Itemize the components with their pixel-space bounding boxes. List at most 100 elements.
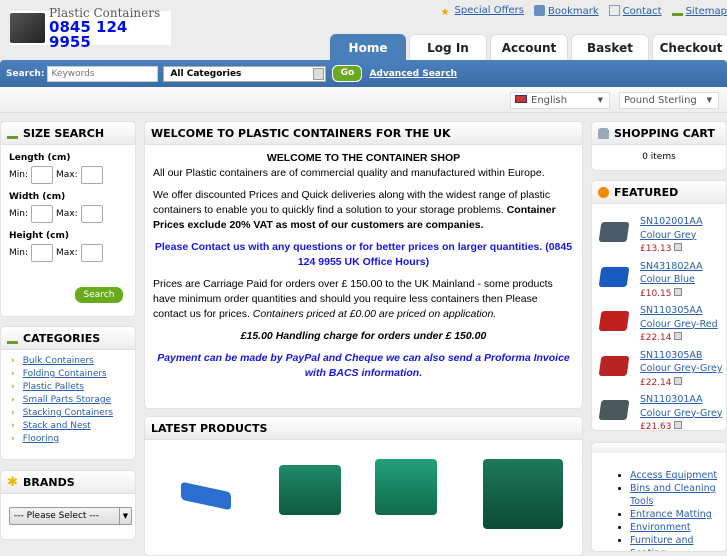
product-price: £22.14 [640,333,682,343]
category-link[interactable]: Bulk Containers [23,356,94,366]
category-link[interactable]: Environment [630,522,691,533]
product-thumbnail[interactable] [598,400,630,420]
product-colour-link[interactable]: Colour Grey-Grey [640,408,723,419]
size-search-button[interactable]: Search [75,287,123,303]
product-code-link[interactable]: SN110305AA [640,305,703,316]
category-link[interactable]: Entrance Matting [630,509,712,520]
shopping-cart-box: SHOPPING CART 0 items [591,121,727,171]
sitemap-link[interactable]: Sitemap [686,6,727,17]
category-link[interactable]: Stacking Containers [23,408,113,418]
envelope-icon [608,5,620,16]
min-label: Min: [9,248,29,258]
min-label: Min: [9,209,29,219]
width-min-input[interactable] [31,205,54,223]
paragraph: We offer discounted Prices and Quick del… [153,189,551,216]
product-image[interactable] [181,481,231,511]
tab-log-in[interactable]: Log In [409,34,487,60]
asterisk-icon: ✱ [7,474,18,490]
logo-phone: 0845 124 9955 [49,18,128,51]
tab-checkout[interactable]: Checkout [652,34,727,60]
search-bar: Search: All Categories Go Advanced Searc… [0,60,727,87]
product-thumbnail[interactable] [598,266,630,287]
box-title: CATEGORIES [23,331,101,345]
cart-count: 0 items [642,152,676,162]
box-title: SHOPPING CART [614,126,715,140]
product-code-link[interactable]: SN102001AA [640,216,703,227]
star-icon: ★ [440,7,450,18]
main-tabs: Home Log In Account Basket Checkout [330,34,727,60]
language-value: English [531,95,568,106]
chevron-down-icon [313,67,325,80]
product-thumbnail[interactable] [598,222,630,242]
box-title: WELCOME TO PLASTIC CONTAINERS FOR THE UK [145,122,582,145]
uk-flag-icon [515,95,527,103]
width-max-input[interactable] [80,205,103,223]
currency-select[interactable]: Pound Sterling ▼ [619,92,719,109]
chevron-down-icon: ▼ [706,96,712,104]
locale-bar [0,87,727,113]
featured-item: SN110305AA Colour Grey-Red £22.14 [592,304,726,346]
currency-value: Pound Sterling [624,95,697,106]
height-max-input[interactable] [80,244,103,262]
more-categories-box: Access Equipment Bins and Cleaning Tools… [591,442,727,552]
category-link[interactable]: Flooring [23,434,59,444]
keywords-input[interactable] [47,65,159,82]
product-code-link[interactable]: SN431802AA [640,261,703,272]
product-thumbnail[interactable] [598,311,630,331]
width-label: Width (cm) [9,192,66,202]
sitemap-icon [671,5,683,16]
product-image[interactable] [375,459,437,515]
brand-select-value: --- Please Select --- [14,511,100,521]
category-link[interactable]: Folding Containers [23,369,107,379]
product-code-link[interactable]: SN110305AB [640,350,702,361]
tab-home[interactable]: Home [330,34,406,60]
featured-box: FEATURED SN102001AA Colour Grey £13.13 S… [591,180,727,431]
go-button[interactable]: Go [332,65,363,82]
tab-basket[interactable]: Basket [571,34,649,60]
featured-item: SN102001AA Colour Grey £13.13 [592,215,726,257]
product-image[interactable] [279,465,341,515]
size-search-box: SIZE SEARCH Length (cm) Min: Max: Width (… [0,121,136,317]
featured-item: SN431802AA Colour Blue £10.15 [592,260,726,302]
top-links: ★ Special Offers Bookmark Contact Sitemap [441,5,727,18]
advanced-search-link[interactable]: Advanced Search [369,69,457,79]
paragraph: All our Plastic containers are of commer… [153,167,545,179]
length-max-input[interactable] [80,166,103,184]
category-link[interactable]: Access Equipment [630,470,717,481]
category-link[interactable]: Plastic Pallets [23,382,84,392]
product-image[interactable] [483,459,563,529]
height-min-input[interactable] [31,244,54,262]
product-colour-link[interactable]: Colour Grey [640,230,696,241]
product-colour-link[interactable]: Colour Blue [640,274,695,285]
bookmark-link[interactable]: Bookmark [548,6,599,17]
box-title: BRANDS [23,475,75,489]
contact-link[interactable]: Contact [623,6,662,17]
special-offers-link[interactable]: Special Offers [455,5,524,16]
product-price: £21.63 [640,422,682,430]
length-min-input[interactable] [31,166,54,184]
category-link[interactable]: Furniture and Seating [630,535,694,551]
max-label: Max: [56,209,78,219]
brand-select[interactable]: --- Please Select --- ▼ [9,507,132,525]
product-colour-link[interactable]: Colour Grey-Red [640,319,718,330]
sitemap-icon [7,333,18,344]
search-label: Search: [6,68,45,79]
category-link[interactable]: Bins and Cleaning Tools [630,483,716,507]
tab-account[interactable]: Account [490,34,568,60]
chevron-down-icon: ▼ [597,96,603,104]
category-link[interactable]: Stack and Nest [23,421,91,431]
site-logo[interactable]: Plastic Containers 0845 124 9955 [10,6,171,50]
product-code-link[interactable]: SN110301AA [640,394,703,405]
product-thumbnail[interactable] [598,355,630,376]
latest-products-box: LATEST PRODUCTS [144,416,583,556]
category-select[interactable]: All Categories [163,65,327,82]
product-price: £22.14 [640,378,682,388]
payment-note: Payment can be made by PayPal and Cheque… [157,352,570,379]
category-link[interactable]: Small Parts Storage [23,395,111,405]
handling-note: £15.00 Handling charge for orders under … [240,330,487,342]
language-select[interactable]: English ▼ [510,92,610,109]
product-colour-link[interactable]: Colour Grey-Grey [640,363,723,374]
box-title: FEATURED [614,185,679,199]
product-price: £10.15 [640,289,682,299]
featured-item: SN110301AA Colour Grey-Grey £21.63 [592,393,726,430]
